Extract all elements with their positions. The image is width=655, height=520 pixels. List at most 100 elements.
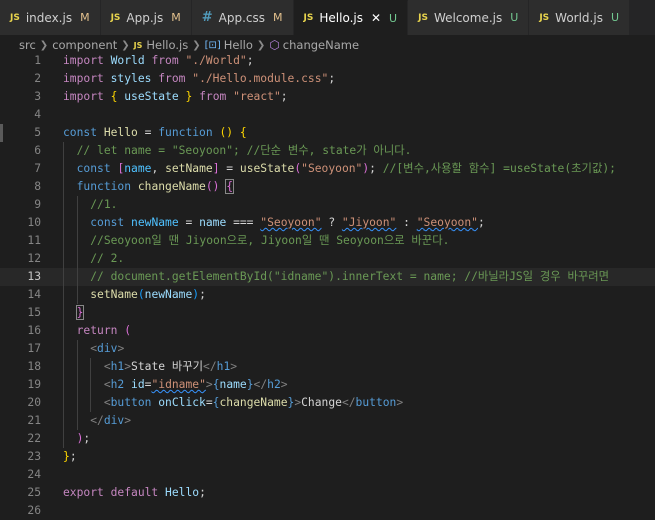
code-token: ; (328, 72, 336, 85)
code-line[interactable]: 12 // 2. (0, 250, 655, 268)
tab-world-js[interactable]: JS World.js U (529, 0, 631, 35)
tab-label: index.js (25, 10, 73, 25)
close-icon[interactable]: ✕ (371, 11, 381, 25)
code-text: <div> (63, 340, 124, 358)
js-file-icon: JS (539, 12, 550, 23)
code-text: export default Hello; (63, 484, 206, 502)
tab-label: App.js (126, 10, 164, 25)
line-number: 7 (34, 162, 41, 175)
indent-guide (76, 196, 78, 304)
tab-welcome-js[interactable]: JS Welcome.js U (408, 0, 530, 35)
code-token: const (90, 216, 125, 229)
code-token: > (396, 396, 404, 409)
code-token: () (219, 126, 234, 139)
line-number: 20 (27, 396, 41, 409)
code-token: } (246, 378, 254, 391)
code-token: > (280, 378, 288, 391)
line-number: 13 (27, 270, 41, 283)
code-line[interactable]: 17 <div> (0, 340, 655, 358)
code-line[interactable]: 22 ); (0, 430, 655, 448)
tab-app-css[interactable]: # App.css M (191, 0, 294, 35)
code-line[interactable]: 24 (0, 466, 655, 484)
line-number: 22 (27, 432, 41, 445)
code-text: }; (63, 448, 77, 466)
line-number: 2 (34, 72, 41, 85)
code-line[interactable]: 26 (0, 502, 655, 520)
code-line[interactable]: 1 import World from "./World"; (0, 52, 655, 70)
breadcrumb-file[interactable]: Hello.js (146, 38, 188, 52)
code-token: div (97, 342, 118, 355)
code-token: "Seoyoon" (416, 216, 478, 229)
code-line[interactable]: 10 const newName = name === "Seoyoon" ? … (0, 214, 655, 232)
line-number: 3 (34, 90, 41, 103)
breadcrumb-src[interactable]: src (19, 38, 36, 52)
chevron-right-icon: ❯ (192, 39, 201, 51)
code-line[interactable]: 9 //1. (0, 196, 655, 214)
code-line[interactable]: 19 <h2 id="idname">{name}</h2> (0, 376, 655, 394)
code-line[interactable]: 16 return ( (0, 322, 655, 340)
code-line[interactable]: 3 import { useState } from "react"; (0, 88, 655, 106)
js-file-icon: JS (110, 12, 121, 23)
code-token: < (103, 396, 111, 409)
code-token: setName (165, 162, 213, 175)
breadcrumb-method[interactable]: changeName (283, 38, 359, 52)
code-text: //Seoyoon일 땐 Jiyoon으로, Jiyoon일 땐 Seoyoon… (63, 232, 449, 250)
tab-app-js[interactable]: JS App.js M (100, 0, 192, 35)
tab-hello-js[interactable]: JS Hello.js ✕ U (293, 0, 409, 35)
code-line[interactable]: 25 export default Hello; (0, 484, 655, 502)
code-token: export (63, 486, 104, 499)
code-line[interactable]: 15 } (0, 304, 655, 322)
code-line[interactable]: 18 <h1>State 바꾸기</h1> (0, 358, 655, 376)
code-token: import (63, 72, 104, 85)
code-token: > (124, 414, 132, 427)
code-line[interactable]: 23}; (0, 448, 655, 466)
code-line[interactable]: 11 //Seoyoon일 땐 Jiyoon으로, Jiyoon일 땐 Seoy… (0, 232, 655, 250)
git-status-badge: M (80, 11, 90, 24)
code-line[interactable]: 4 (0, 106, 655, 124)
code-line[interactable]: 7 const [name, setName] = useState("Seoy… (0, 160, 655, 178)
symbol-method-icon: ⬡ (269, 38, 280, 52)
code-token: ; (199, 288, 206, 301)
code-line[interactable]: 8 function changeName() { (0, 178, 655, 196)
code-token: World (110, 54, 145, 67)
line-number: 8 (34, 180, 41, 193)
code-token: import (63, 54, 104, 67)
code-token: name (219, 378, 247, 391)
code-token: ; (246, 54, 254, 67)
code-line[interactable]: 21 </div> (0, 412, 655, 430)
breadcrumb-component[interactable]: component (52, 38, 117, 52)
code-token: const (76, 162, 111, 175)
line-number: 5 (34, 126, 41, 139)
code-line[interactable]: 20 <button onClick={changeName}>Change</… (0, 394, 655, 412)
line-number: 21 (27, 414, 41, 427)
line-number: 11 (27, 234, 41, 247)
line-number: 24 (27, 468, 41, 481)
code-token: changeName (137, 180, 206, 193)
code-token: //1. (90, 198, 118, 211)
code-editor[interactable]: 1 import World from "./World"; 2 import sty… (0, 52, 655, 517)
code-token: import (63, 90, 104, 103)
code-token: newName (131, 216, 179, 229)
code-line[interactable]: 14 setName(newName); (0, 286, 655, 304)
code-line[interactable]: 13 // document.getElementById("idname").… (0, 268, 655, 286)
code-token: from (151, 54, 179, 67)
tab-index-js[interactable]: JS index.js M (0, 0, 101, 35)
code-token: ? (321, 216, 342, 229)
breadcrumb-symbol[interactable]: Hello (224, 38, 253, 52)
git-status-badge: U (389, 11, 398, 25)
code-line[interactable]: 6 // let name = "Seoyoon"; //단순 변수, stat… (0, 142, 655, 160)
code-line[interactable]: 5 const Hello = function () { (0, 124, 655, 142)
line-number: 19 (27, 378, 41, 391)
code-token: "idname" (151, 378, 206, 391)
code-line[interactable]: 2 import styles from "./Hello.module.css"… (0, 70, 655, 88)
code-token: "./World" (185, 54, 247, 67)
code-token: { (212, 378, 220, 391)
code-token: ; (199, 486, 206, 499)
gutter-change-indicator (0, 124, 3, 142)
indent-guide (90, 358, 92, 412)
code-token: State 바꾸기 (131, 360, 204, 373)
